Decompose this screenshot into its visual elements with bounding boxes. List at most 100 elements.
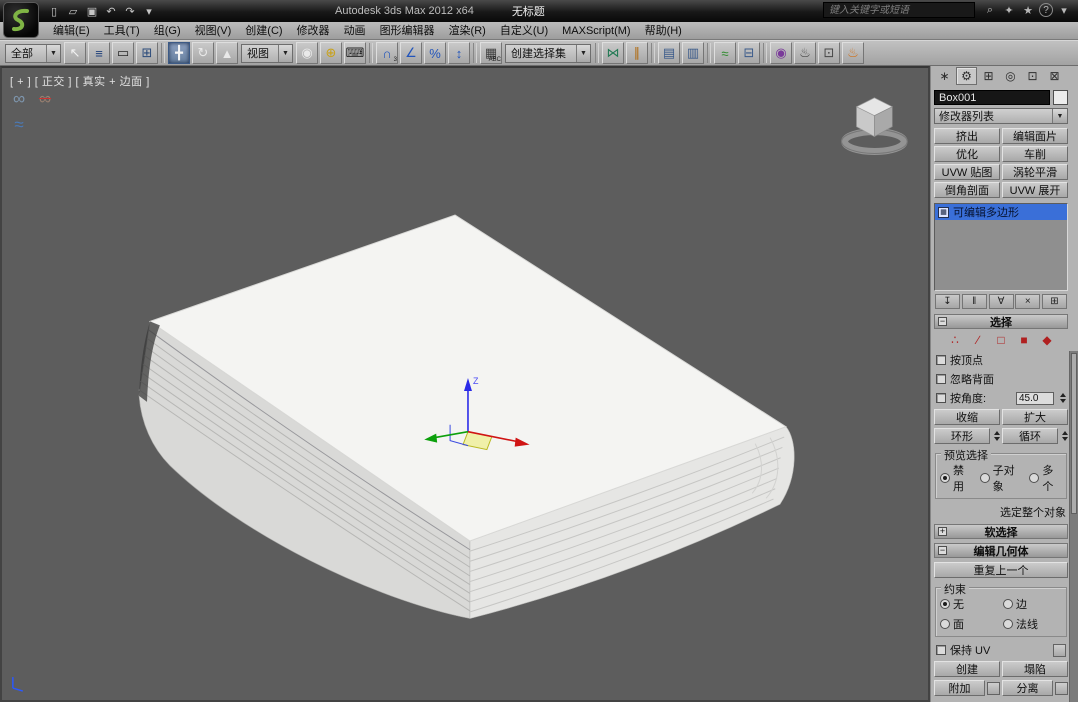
use-pivot-center-icon[interactable]: ◉ [296, 42, 318, 64]
angle-snap-icon[interactable]: ∠ [400, 42, 422, 64]
curve-editor-icon[interactable]: ≈ [714, 42, 736, 64]
detach-settings-button[interactable] [1055, 681, 1068, 695]
menu-item[interactable]: 图形编辑器 [373, 22, 442, 40]
3ds-max-logo[interactable] [3, 2, 39, 38]
constraint-option[interactable]: 面 [940, 616, 999, 632]
schematic-view-icon[interactable]: ⊟ [738, 42, 760, 64]
tab-create[interactable]: ∗ [934, 67, 955, 85]
unlink-selection-icon[interactable]: ∞ [32, 86, 58, 112]
render-setup-icon[interactable]: ♨ [794, 42, 816, 64]
spinner-down-icon[interactable] [1060, 399, 1066, 403]
reference-coordinate-dropdown[interactable]: 视图 [241, 43, 293, 63]
command-panel-scrollbar[interactable] [1069, 351, 1078, 702]
undo-icon[interactable]: ↶ [103, 2, 119, 20]
constraint-option[interactable]: 边 [1003, 596, 1062, 612]
element-subobject-icon[interactable]: ◆ [1040, 333, 1055, 347]
menu-item[interactable]: MAXScript(M) [555, 22, 637, 40]
save-file-icon[interactable]: ▣ [84, 2, 100, 20]
menu-item[interactable]: 创建(C) [238, 22, 289, 40]
constraint-option[interactable]: 无 [940, 596, 999, 612]
open-file-icon[interactable]: ▱ [65, 2, 81, 20]
preserve-uv-settings-button[interactable] [1053, 643, 1066, 657]
edge-subobject-icon[interactable]: ∕ [971, 333, 986, 347]
tab-modify[interactable]: ⚙ [956, 67, 977, 85]
preview-option[interactable]: 多个 [1029, 462, 1062, 494]
object-color-swatch[interactable] [1053, 90, 1068, 105]
modifier-set-button[interactable]: 车削 [1002, 146, 1068, 162]
by-angle-row[interactable]: 按角度: 45.0 [936, 390, 1066, 406]
viewport[interactable]: Z [ + ] [ 正交 ] [ 真实 + 边面 ] ∞ ∞ ≈ [0, 66, 930, 702]
loop-button[interactable]: 循环 [1002, 428, 1058, 444]
rollout-header-soft-selection[interactable]: + 软选择 [934, 524, 1068, 539]
spinner-up-icon[interactable] [1060, 393, 1066, 397]
rollout-header-edit-geometry[interactable]: − 编辑几何体 [934, 543, 1068, 558]
menu-item[interactable]: 工具(T) [97, 22, 147, 40]
graphite-ribbon-icon[interactable]: ▥ [682, 42, 704, 64]
spinner-down-icon[interactable] [1062, 437, 1068, 441]
spinner-arrows[interactable] [994, 431, 1000, 441]
modifier-set-button[interactable]: 倒角剖面 [934, 182, 1000, 198]
window-crossing-icon[interactable]: ⊞ [136, 42, 158, 64]
bind-to-space-warp-icon[interactable]: ≈ [6, 112, 32, 138]
infocenter-search-icon[interactable]: ⌕ [982, 2, 998, 18]
align-icon[interactable]: ∥ [626, 42, 648, 64]
modifier-stack-item[interactable]: ▦ 可编辑多边形 [935, 204, 1067, 220]
rectangular-selection-icon[interactable]: ▭ [112, 42, 134, 64]
detach-button[interactable]: 分离 [1002, 680, 1053, 696]
attach-settings-button[interactable] [987, 681, 1000, 695]
select-and-manipulate-icon[interactable]: ⊕ [320, 42, 342, 64]
preserve-uv-row[interactable]: 保持 UV [936, 642, 1066, 658]
spinner-snap-icon[interactable]: ↕ [448, 42, 470, 64]
menu-item[interactable]: 渲染(R) [442, 22, 493, 40]
configure-modifier-sets-icon[interactable]: ⊞ [1042, 294, 1067, 309]
scrollbar-thumb[interactable] [1071, 353, 1077, 515]
modifier-stack-list[interactable]: ▦ 可编辑多边形 [934, 203, 1068, 291]
modifier-set-button[interactable]: UVW 展开 [1002, 182, 1068, 198]
border-subobject-icon[interactable]: □ [994, 333, 1009, 347]
preview-option[interactable]: 禁用 [940, 462, 973, 494]
modifier-set-button[interactable]: 编辑面片 [1002, 128, 1068, 144]
infocenter-search-input[interactable] [823, 2, 975, 18]
modifier-set-button[interactable]: 涡轮平滑 [1002, 164, 1068, 180]
modifier-set-button[interactable]: UVW 贴图 [934, 164, 1000, 180]
select-and-rotate-icon[interactable]: ↻ [192, 42, 214, 64]
preview-option[interactable]: 子对象 [979, 462, 1023, 494]
make-unique-icon[interactable]: ∀ [988, 294, 1014, 309]
polygon-subobject-icon[interactable]: ■ [1017, 333, 1032, 347]
vertex-subobject-icon[interactable]: ∴ [948, 333, 963, 347]
menu-item[interactable]: 自定义(U) [493, 22, 555, 40]
new-file-icon[interactable]: ▯ [46, 2, 62, 20]
material-editor-icon[interactable]: ◉ [770, 42, 792, 64]
menu-item[interactable]: 帮助(H) [638, 22, 689, 40]
pin-stack-icon[interactable]: ↧ [935, 294, 960, 309]
grow-button[interactable]: 扩大 [1002, 409, 1068, 425]
spinner-arrows[interactable] [1062, 431, 1068, 441]
spinner-up-icon[interactable] [1062, 431, 1068, 435]
show-end-result-icon[interactable]: ‖ [961, 294, 987, 309]
communication-center-icon[interactable]: ✦ [1001, 2, 1017, 18]
redo-icon[interactable]: ↷ [122, 2, 138, 20]
select-and-move-icon[interactable]: ╋ [168, 42, 190, 64]
create-button[interactable]: 创建 [934, 661, 1000, 677]
shrink-button[interactable]: 收缩 [934, 409, 1000, 425]
modifier-set-button[interactable]: 优化 [934, 146, 1000, 162]
edit-named-selection-sets-icon[interactable]: ▦ ABC [480, 42, 502, 64]
spinner-down-icon[interactable] [994, 437, 1000, 441]
rendered-frame-icon[interactable]: ⊡ [818, 42, 840, 64]
named-selection-sets-dropdown[interactable]: 创建选择集 [505, 43, 591, 63]
layer-manager-icon[interactable]: ▤ [658, 42, 680, 64]
modifier-list-dropdown[interactable]: 修改器列表 [934, 108, 1068, 124]
keyboard-shortcut-override-icon[interactable]: ⌨ [344, 42, 366, 64]
menu-item[interactable]: 动画 [337, 22, 373, 40]
by-vertex-checkbox[interactable]: 按顶点 [936, 352, 1066, 368]
select-by-name-icon[interactable]: ≡ [88, 42, 110, 64]
spinner-arrows[interactable] [1060, 393, 1066, 403]
tab-hierarchy[interactable]: ⊞ [978, 67, 999, 85]
remove-modifier-icon[interactable]: × [1015, 294, 1041, 309]
menu-item[interactable]: 组(G) [147, 22, 188, 40]
help-icon[interactable]: ? [1039, 3, 1053, 17]
favorites-icon[interactable]: ★ [1020, 2, 1036, 18]
rollout-header-selection[interactable]: − 选择 [934, 314, 1068, 329]
menu-item[interactable]: 修改器 [290, 22, 337, 40]
percent-snap-icon[interactable]: % [424, 42, 446, 64]
